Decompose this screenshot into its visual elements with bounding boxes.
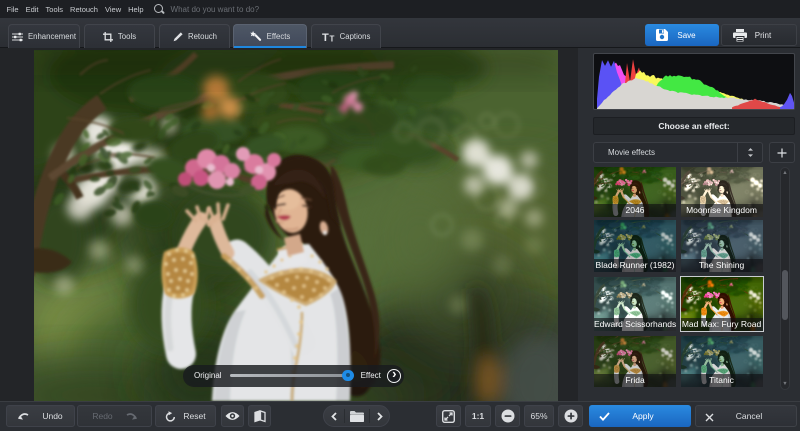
svg-text:T: T <box>329 34 334 42</box>
svg-text:T: T <box>322 32 329 42</box>
